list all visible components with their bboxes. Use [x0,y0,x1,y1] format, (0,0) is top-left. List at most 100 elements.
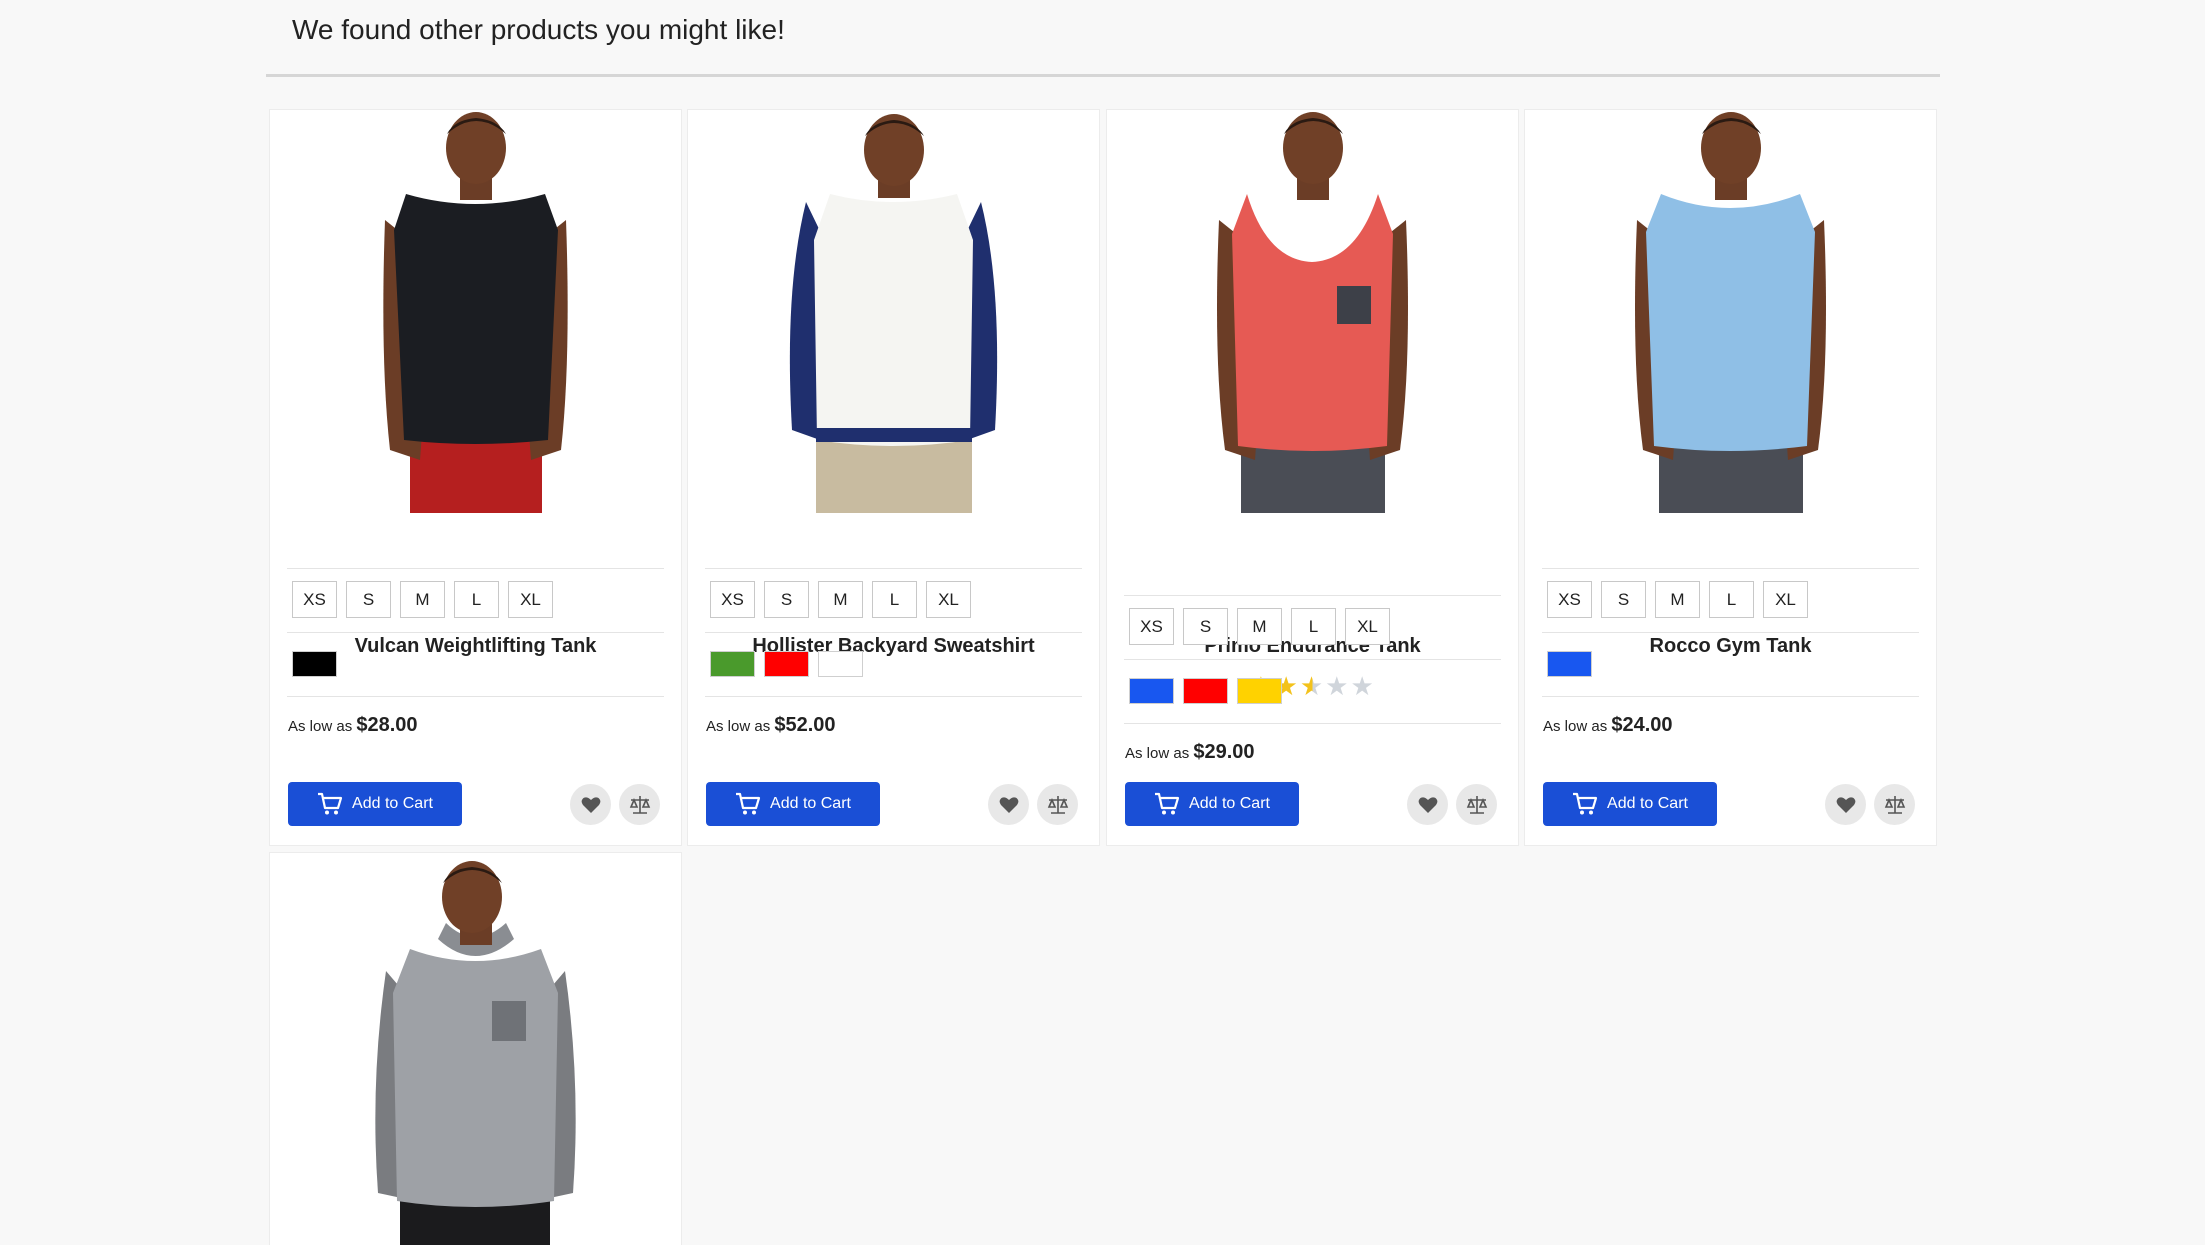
color-options [1129,678,1291,704]
add-to-cart-label: Add to Cart [1607,795,1688,812]
wishlist-button[interactable] [1825,784,1866,825]
product-image[interactable] [270,110,681,513]
compare-button[interactable] [1874,784,1915,825]
price-prefix: As low as [1125,745,1190,762]
price-prefix: As low as [1543,718,1608,735]
heart-icon [1836,796,1855,813]
color-swatch-red[interactable] [1183,678,1228,704]
size-option-m[interactable]: M [400,581,445,618]
add-to-cart-label: Add to Cart [352,795,433,812]
divider [705,568,1082,569]
cart-icon [318,792,343,815]
add-to-cart-button[interactable]: Add to Cart [1125,782,1299,826]
product-price: As low as $28.00 [288,714,418,737]
wishlist-button[interactable] [1407,784,1448,825]
divider [287,568,664,569]
size-option-xl[interactable]: XL [1763,581,1808,618]
add-to-cart-button[interactable]: Add to Cart [288,782,462,826]
product-price: As low as $52.00 [706,714,836,737]
color-swatch-yellow[interactable] [1237,678,1282,704]
size-option-s[interactable]: S [764,581,809,618]
size-option-xs[interactable]: XS [292,581,337,618]
star-empty-icon: ★ [1350,671,1376,701]
divider [705,696,1082,697]
size-option-xs[interactable]: XS [1129,608,1174,645]
size-options: XS S M L XL [1547,581,1817,618]
size-option-xl[interactable]: XL [1345,608,1390,645]
wishlist-button[interactable] [988,784,1029,825]
size-option-xl[interactable]: XL [508,581,553,618]
divider [1542,696,1919,697]
size-option-m[interactable]: M [1237,608,1282,645]
size-option-xs[interactable]: XS [710,581,755,618]
color-swatch-blue[interactable] [1129,678,1174,704]
product-price: As low as $24.00 [1543,714,1673,737]
compare-scale-icon [1047,795,1068,814]
divider [1124,659,1501,660]
half-star-icon: ★ [1299,671,1326,701]
size-option-xl[interactable]: XL [926,581,971,618]
cart-icon [1573,792,1598,815]
product-card: Primo Endurance Tank ★★★★★ XS S M L XL A… [1107,110,1518,845]
color-options [1547,651,1601,677]
wishlist-button[interactable] [570,784,611,825]
heart-icon [581,796,600,813]
compare-scale-icon [1884,795,1905,814]
compare-button[interactable] [1456,784,1497,825]
product-price: As low as $29.00 [1125,741,1255,764]
size-option-m[interactable]: M [818,581,863,618]
price-amount: $52.00 [774,714,836,736]
price-prefix: As low as [288,718,353,735]
color-options [292,651,346,677]
compare-button[interactable] [619,784,660,825]
size-option-m[interactable]: M [1655,581,1700,618]
compare-scale-icon [1466,795,1487,814]
size-option-l[interactable]: L [454,581,499,618]
size-option-s[interactable]: S [1601,581,1646,618]
product-image[interactable] [1525,110,1936,513]
product-card [270,853,681,1245]
cart-icon [736,792,761,815]
color-swatch-white[interactable] [818,651,863,677]
cart-icon [1155,792,1180,815]
compare-scale-icon [629,795,650,814]
size-options: XS S M L XL [710,581,980,618]
divider [287,632,664,633]
price-amount: $29.00 [1193,741,1255,763]
add-to-cart-button[interactable]: Add to Cart [1543,782,1717,826]
divider [705,632,1082,633]
product-card: Vulcan Weightlifting Tank XS S M L XL As… [270,110,681,845]
divider [287,696,664,697]
color-swatch-black[interactable] [292,651,337,677]
add-to-cart-button[interactable]: Add to Cart [706,782,880,826]
divider [1124,595,1501,596]
color-swatch-red[interactable] [764,651,809,677]
add-to-cart-label: Add to Cart [770,795,851,812]
divider [1542,632,1919,633]
size-option-s[interactable]: S [346,581,391,618]
size-options: XS S M L XL [1129,608,1399,645]
compare-button[interactable] [1037,784,1078,825]
size-option-l[interactable]: L [1709,581,1754,618]
color-swatch-green[interactable] [710,651,755,677]
add-to-cart-label: Add to Cart [1189,795,1270,812]
size-option-l[interactable]: L [1291,608,1336,645]
price-amount: $28.00 [356,714,418,736]
product-card: Rocco Gym Tank XS S M L XL As low as $24… [1525,110,1936,845]
color-options [710,651,872,677]
section-title: We found other products you might like! [292,14,785,45]
heart-icon [1418,796,1437,813]
product-card: Hollister Backyard Sweatshirt XS S M L X… [688,110,1099,845]
size-option-l[interactable]: L [872,581,917,618]
product-image[interactable] [688,110,1099,513]
size-option-xs[interactable]: XS [1547,581,1592,618]
price-amount: $24.00 [1611,714,1673,736]
product-image[interactable] [1107,110,1518,513]
star-empty-icon: ★ [1325,671,1351,701]
price-prefix: As low as [706,718,771,735]
color-swatch-blue[interactable] [1547,651,1592,677]
divider [1124,723,1501,724]
product-image[interactable] [270,853,681,1245]
size-options: XS S M L XL [292,581,562,618]
size-option-s[interactable]: S [1183,608,1228,645]
